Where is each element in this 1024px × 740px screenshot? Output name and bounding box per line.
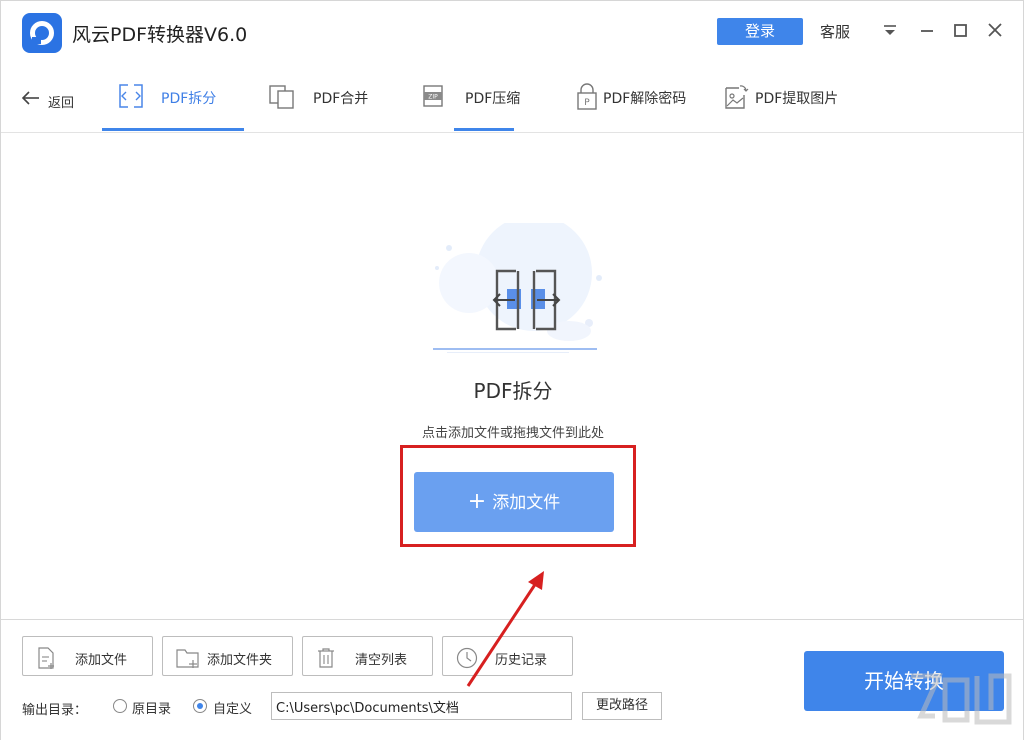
add-file-tool-button[interactable]: 添加文件 [22, 636, 153, 676]
tab-label: PDF压缩 [465, 91, 521, 107]
dropdown-menu-icon[interactable] [880, 20, 900, 40]
extract-image-icon [725, 85, 749, 109]
radio-custom-label: 自定义 [213, 702, 253, 717]
drop-area-title: PDF拆分 [473, 379, 553, 403]
add-file-tool-label: 添加文件 [75, 653, 128, 668]
file-drop-area[interactable]: PDF拆分 点击添加文件或拖拽文件到此处 + 添加文件 [1, 133, 1023, 619]
add-folder-icon [176, 649, 199, 668]
svg-text:P: P [584, 98, 590, 108]
split-illustration-icon [433, 223, 602, 353]
tab-pdf-merge[interactable]: PDF合并 [263, 63, 403, 133]
start-convert-button[interactable]: 开始转换 [804, 651, 1004, 711]
clear-list-tool-button[interactable]: 清空列表 [302, 636, 433, 676]
minimize-icon[interactable] [917, 20, 937, 40]
unlock-pdf-icon: P [577, 83, 597, 110]
split-icon [119, 84, 143, 108]
hover-tab-indicator [454, 128, 514, 131]
trash-icon [318, 648, 334, 668]
svg-text:ZIP: ZIP [428, 94, 438, 101]
app-window: 风云PDF转换器V6.0 登录 客服 返回 PDF拆分 PDF合并 ZIP PD… [0, 0, 1024, 740]
tab-label: PDF合并 [313, 91, 369, 107]
tab-label: PDF提取图片 [755, 91, 839, 107]
back-arrow-icon [21, 91, 39, 105]
clear-list-tool-label: 清空列表 [355, 653, 408, 668]
tab-pdf-split[interactable]: PDF拆分 [104, 63, 244, 133]
zip-icon: ZIP [423, 85, 443, 107]
add-folder-tool-label: 添加文件夹 [207, 653, 273, 668]
maximize-icon[interactable] [951, 20, 971, 40]
bottom-panel: 添加文件 添加文件夹 清空列表 历史记录 输出目录： 原目录 自定义 C:\Us… [1, 619, 1023, 740]
tab-label: PDF解除密码 [603, 91, 687, 107]
customer-service-link[interactable]: 客服 [820, 21, 850, 42]
history-tool-label: 历史记录 [495, 653, 548, 668]
radio-original-directory[interactable] [113, 699, 127, 713]
radio-custom-directory[interactable] [193, 699, 207, 713]
title-bar: 风云PDF转换器V6.0 登录 客服 [1, 1, 1023, 63]
app-title: 风云PDF转换器V6.0 [72, 24, 248, 46]
app-logo-icon [22, 13, 62, 53]
output-path-input[interactable] [271, 692, 572, 720]
function-tab-bar: 返回 PDF拆分 PDF合并 ZIP PDF压缩 P PDF解除密码 PDF提取… [1, 63, 1023, 133]
add-file-icon [38, 647, 54, 669]
add-file-button-label: 添加文件 [492, 493, 561, 513]
tab-pdf-compress[interactable]: ZIP PDF压缩 [415, 63, 535, 133]
merge-icon [269, 85, 294, 109]
radio-original-label: 原目录 [132, 702, 172, 717]
add-folder-tool-button[interactable]: 添加文件夹 [162, 636, 293, 676]
plus-icon: + [467, 489, 487, 514]
tab-pdf-remove-password[interactable]: P PDF解除密码 [573, 63, 713, 133]
add-file-button[interactable]: + 添加文件 [414, 472, 614, 532]
drop-area-hint: 点击添加文件或拖拽文件到此处 [421, 426, 604, 441]
tab-label: PDF拆分 [161, 91, 217, 107]
back-label: 返回 [48, 96, 75, 111]
history-tool-button[interactable]: 历史记录 [442, 636, 573, 676]
active-tab-indicator [102, 128, 244, 131]
tab-pdf-extract-images[interactable]: PDF提取图片 [723, 63, 873, 133]
close-icon[interactable] [985, 20, 1005, 40]
change-path-button[interactable]: 更改路径 [582, 692, 662, 720]
clock-icon [456, 647, 478, 669]
login-button[interactable]: 登录 [717, 18, 803, 45]
output-directory-label: 输出目录： [22, 703, 88, 718]
